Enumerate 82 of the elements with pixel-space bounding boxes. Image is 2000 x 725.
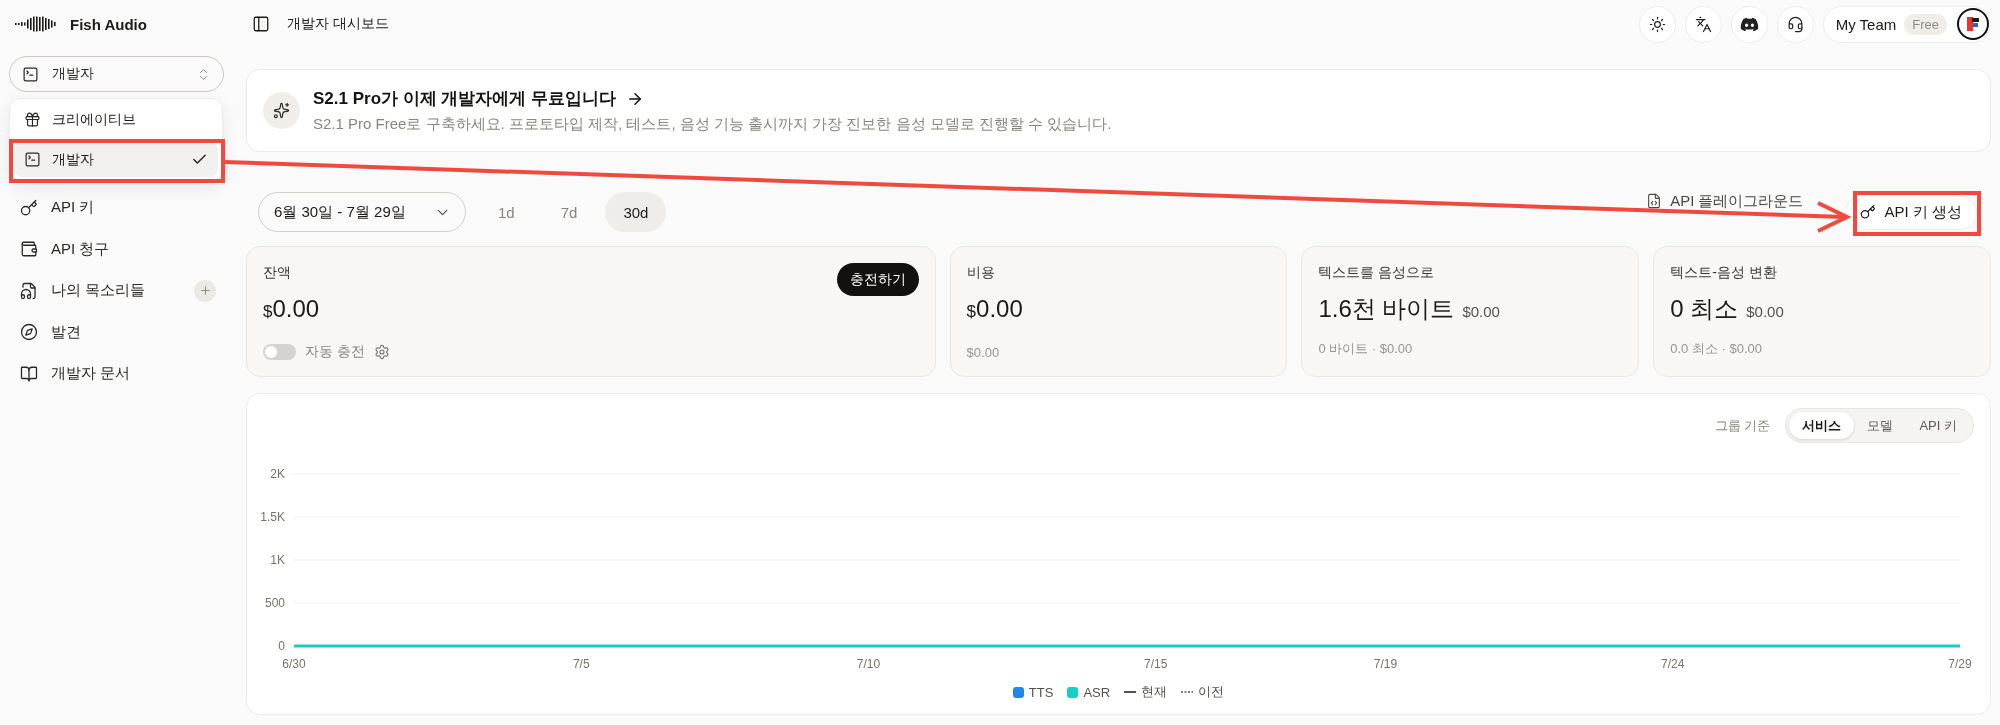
card-cost: $0.00 [1462, 303, 1500, 320]
card-value: $0.00 [966, 294, 1023, 324]
wallet-icon [20, 240, 38, 259]
auto-recharge-toggle[interactable] [263, 344, 296, 360]
terminal-icon [24, 151, 41, 168]
card-label: 텍스트-음성 변환 [1670, 263, 1778, 282]
terminal-icon [22, 65, 39, 83]
key-icon [20, 198, 38, 217]
language-button[interactable] [1684, 5, 1722, 43]
nav-item[interactable]: 개발자 문서 [9, 364, 131, 384]
x-axis-label: 7/29 [1948, 657, 1972, 671]
y-axis-label: 1.5K [260, 510, 285, 524]
waveform-icon [15, 16, 58, 32]
legend-label: 이전 [1198, 683, 1225, 701]
period-tab[interactable]: 1d [480, 192, 533, 232]
sidebar-toggle-icon[interactable] [252, 15, 270, 33]
group-by-label: 그룹 기준 [1714, 416, 1771, 435]
sparkles-icon [263, 92, 300, 129]
theme-button[interactable] [1638, 5, 1676, 43]
nav-item[interactable]: 발견 [9, 322, 81, 342]
key-icon [1860, 204, 1877, 220]
date-range-picker[interactable]: 6월 30일 - 7월 29일 [258, 192, 466, 232]
nav-item[interactable]: 나의 목소리들 [9, 281, 146, 301]
banner-title: S2.1 Pro가 이제 개발자에게 무료입니다 [313, 87, 617, 110]
auto-recharge-label: 자동 충전 [305, 343, 365, 361]
y-axis-label: 1K [270, 553, 285, 567]
x-axis-label: 7/10 [856, 657, 881, 671]
plan-badge: Free [1904, 13, 1947, 35]
card-cost: $0.00 [1746, 303, 1784, 320]
compass-icon [20, 323, 38, 342]
card-note: 0.0 최소 · $0.00 [1670, 340, 1762, 358]
create-key-button[interactable]: API 키 생성 [1845, 194, 1977, 230]
menu-item[interactable]: 개발자 [14, 142, 218, 177]
audio-file-icon [20, 281, 38, 300]
period-tab[interactable]: 7d [542, 192, 596, 232]
card-note: $0.00 [966, 344, 1000, 360]
card-label: 잔액 [263, 263, 292, 282]
dashed-line-icon [1181, 691, 1194, 693]
gift-icon [24, 111, 41, 128]
y-axis-label: 0 [278, 639, 285, 653]
legend-label: ASR [1083, 684, 1111, 700]
banner-text: S2.1 Pro Free로 구축하세요. 프로토타입 제작, 테스트, 음성 기능 출시까지 가장 진보한 음성 모델로 진행할 수 있습니다. [313, 113, 1112, 134]
headset-icon [1786, 15, 1804, 33]
x-axis-label: 7/15 [1144, 657, 1168, 671]
solid-line-icon [1124, 691, 1137, 693]
x-axis-label: 7/5 [572, 657, 590, 671]
period-tab[interactable]: 30d [605, 192, 667, 232]
workspace-selector[interactable]: 개발자 [9, 56, 224, 92]
page-title: 개발자 대시보드 [287, 15, 389, 33]
nav-item[interactable]: API 키 [9, 198, 95, 218]
discord-button[interactable] [1730, 5, 1768, 43]
x-axis-label: 7/19 [1373, 657, 1398, 671]
card-label: 비용 [966, 263, 996, 282]
y-axis-label: 500 [264, 596, 285, 610]
sun-icon [1648, 15, 1666, 33]
add-button[interactable] [194, 279, 216, 302]
segment-option[interactable]: API 키 [1906, 412, 1970, 439]
segment-option[interactable]: 모델 [1854, 412, 1907, 439]
card-value: 1.6천 바이트 [1318, 294, 1455, 324]
card-label: 텍스트를 음성으로 [1318, 263, 1436, 282]
settings-icon[interactable] [373, 344, 390, 360]
avatar-icon[interactable] [1957, 8, 1989, 40]
code-file-icon [1646, 193, 1663, 209]
legend-label: 현재 [1141, 683, 1168, 701]
x-axis-label: 6/30 [282, 657, 306, 671]
card-note: 0 바이트 · $0.00 [1318, 340, 1413, 358]
card-value: 0 최소 [1670, 294, 1739, 324]
segment-option[interactable]: 서비스 [1789, 412, 1855, 439]
top-up-button[interactable]: 충전하기 [836, 263, 919, 296]
x-axis-label: 7/24 [1661, 657, 1685, 671]
legend-label: TTS [1028, 684, 1054, 700]
brand-name: Fish Audio [70, 15, 147, 33]
team-switcher[interactable]: My Team Free [1822, 5, 1991, 43]
translate-icon [1694, 15, 1712, 33]
plus-icon [198, 284, 212, 298]
y-axis-label: 2K [270, 467, 285, 481]
support-button[interactable] [1776, 5, 1814, 43]
playground-link[interactable]: API 플레이그라운드 [1646, 192, 1804, 210]
card-value: $0.00 [263, 294, 320, 324]
nav-item[interactable]: API 청구 [9, 239, 110, 259]
book-icon [20, 364, 38, 383]
menu-item[interactable]: 크리에이티브 [14, 102, 218, 137]
